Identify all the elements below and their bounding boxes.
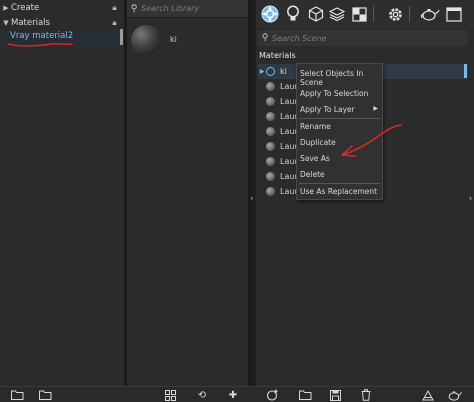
add-icon[interactable]: ✚: [225, 388, 241, 402]
menu-item-save-as[interactable]: Save As: [297, 151, 382, 166]
scene-materials-header: Materials: [259, 50, 296, 60]
scene-toolbar: [256, 0, 474, 28]
menu-item-use-as-replacement[interactable]: Use As Replacement: [297, 184, 382, 199]
context-menu: Select Objects In Scene Apply To Selecti…: [296, 63, 383, 200]
menu-item-label: Apply To Layer: [300, 105, 355, 114]
search-placeholder: Search Scene: [272, 33, 327, 43]
menu-item-apply-to-selection[interactable]: Apply To Selection: [297, 86, 382, 101]
layers-icon[interactable]: [327, 4, 347, 24]
library-search-input[interactable]: ⚲ Search Library: [127, 0, 248, 18]
teapot-icon[interactable]: [420, 4, 440, 24]
tree-item-label: Vray material2: [10, 31, 74, 41]
cube-icon[interactable]: [306, 4, 326, 24]
texture-icon[interactable]: [349, 4, 369, 24]
expand-arrow-icon[interactable]: ▼: [1, 19, 11, 27]
delete-icon[interactable]: [358, 388, 374, 402]
expand-arrow-icon[interactable]: ▶: [258, 68, 266, 75]
library-item-label: ki: [170, 35, 177, 44]
left-panel: ▶ Create 🔒︎ ▼ Materials 🔒︎ Vray material…: [0, 0, 124, 386]
add-material-icon[interactable]: [264, 388, 280, 402]
material-label: ki: [280, 67, 287, 76]
material-icon: [266, 112, 275, 121]
toolbar-separator: [373, 6, 374, 22]
menu-item-select-objects[interactable]: Select Objects In Scene: [297, 69, 382, 87]
window-icon[interactable]: [444, 4, 464, 24]
tree-item-materials[interactable]: ▼ Materials 🔒︎: [0, 15, 124, 30]
material-icon: [266, 127, 275, 136]
lock-icon[interactable]: 🔒︎: [110, 3, 119, 13]
material-sphere-icon[interactable]: [260, 4, 280, 24]
material-icon: [266, 82, 275, 91]
material-icon: [266, 97, 275, 106]
chevron-right-icon[interactable]: ›: [467, 193, 474, 205]
material-icon: [266, 172, 275, 181]
purge-icon[interactable]: [420, 388, 436, 402]
material-icon: [266, 67, 275, 76]
open-folder-icon[interactable]: [37, 388, 53, 402]
bottom-toolbar: ⟲ ✚: [0, 386, 474, 402]
menu-item-apply-to-layer[interactable]: Apply To Layer ▶: [297, 102, 382, 117]
tree-item-vray-material2[interactable]: Vray material2: [0, 30, 121, 45]
expand-arrow-icon[interactable]: ▶: [1, 4, 11, 12]
gear-icon[interactable]: [385, 4, 405, 24]
library-panel: ⚲ Search Library ki: [127, 0, 248, 386]
open-folder-icon[interactable]: [9, 388, 25, 402]
lightbulb-icon[interactable]: [283, 4, 303, 24]
scrollbar-thumb[interactable]: [464, 64, 467, 78]
save-icon[interactable]: [327, 388, 343, 402]
lock-icon[interactable]: 🔒︎: [110, 18, 119, 28]
material-icon: [266, 157, 275, 166]
submenu-arrow-icon: ▶: [373, 105, 378, 112]
material-icon: [266, 142, 275, 151]
library-material-item[interactable]: ki: [131, 25, 241, 59]
menu-item-rename[interactable]: Rename: [297, 119, 382, 134]
refresh-icon[interactable]: ⟲: [194, 388, 210, 402]
search-placeholder: Search Library: [141, 4, 200, 13]
panel-divider[interactable]: [248, 0, 251, 386]
grid-view-icon[interactable]: [162, 388, 178, 402]
toolbar-separator: [409, 6, 410, 22]
search-icon: ⚲: [130, 3, 138, 14]
open-folder-icon[interactable]: [297, 388, 313, 402]
material-swatch[interactable]: [131, 25, 161, 55]
teapot-icon[interactable]: [446, 388, 462, 402]
tree-item-label: Materials: [11, 17, 50, 28]
scene-search-input[interactable]: ⚲ Search Scene: [258, 30, 468, 46]
material-icon: [266, 187, 275, 196]
tree-item-label: Create: [11, 2, 40, 13]
menu-item-duplicate[interactable]: Duplicate: [297, 135, 382, 150]
tree-item-create[interactable]: ▶ Create 🔒︎: [0, 0, 124, 15]
search-icon: ⚲: [261, 33, 269, 43]
scrollbar-thumb[interactable]: [120, 29, 123, 45]
menu-item-delete[interactable]: Delete: [297, 167, 382, 182]
